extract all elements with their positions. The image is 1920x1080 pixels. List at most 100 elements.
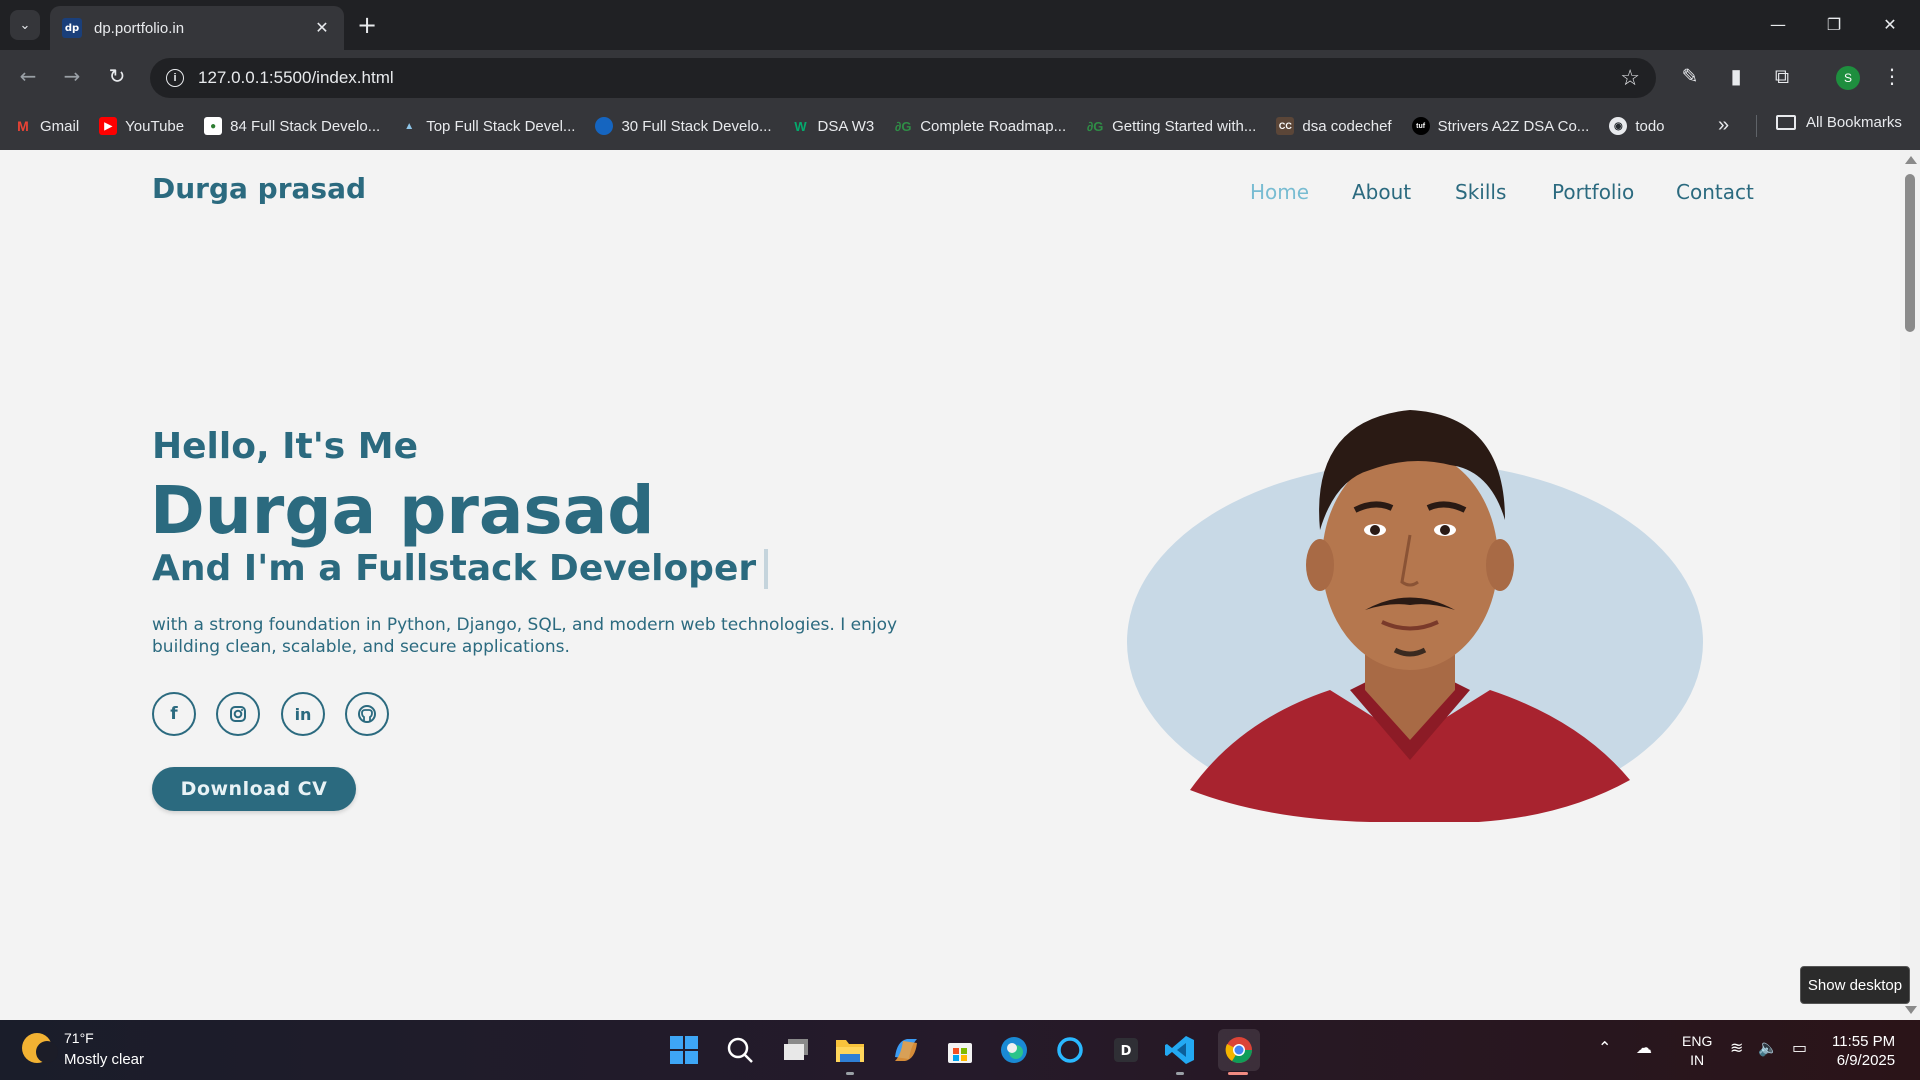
minimize-icon[interactable]: — [1750,0,1806,48]
taskbar: 71°F Mostly clear D ⌃ ☁ ENG IN ≋ 🔈 ▭ 11:5… [0,1020,1920,1080]
hero-greeting: Hello, It's Me [152,426,418,467]
bookmarks-divider [1756,115,1757,137]
system-clock[interactable]: 11:55 PM 6/9/2025 [1832,1032,1895,1070]
close-tab-icon[interactable]: ✕ [312,18,332,38]
browser-toolbar: ← → ↻ i 127.0.0.1:5500/index.html ☆ ✎ ▮ … [0,50,1920,102]
active-tab[interactable]: dp dp.portfolio.in ✕ [50,6,344,50]
mountain-icon: ▲ [404,120,415,132]
globe-icon [595,117,614,135]
page-viewport: Durga prasad Home About Skills Portfolio… [0,150,1900,1020]
bookmark-item[interactable]: tuf Strivers A2Z DSA Co... [1411,117,1589,135]
copilot-icon[interactable] [888,1032,924,1068]
site-info-icon[interactable]: i [166,69,184,87]
bookmarks-bar: M Gmail ▶ YouTube ● 84 Full Stack Develo...… [0,102,1920,150]
clock-time: 11:55 PM [1832,1033,1896,1050]
bookmark-item[interactable]: ∂G Getting Started with... [1086,117,1257,135]
d-app-icon[interactable]: D [1108,1032,1144,1068]
site-icon: ● [204,117,223,135]
codechef-icon: CC [1276,117,1295,135]
bookmark-item[interactable]: ▲ Top Full Stack Devel... [400,117,575,135]
bookmark-item[interactable]: 30 Full Stack Develo... [595,117,772,135]
profile-photo [1127,410,1703,822]
site-logo[interactable]: Durga prasad [152,172,366,205]
w3-icon: W [794,118,807,134]
tab-search-button[interactable]: ⌄ [10,10,40,40]
bookmark-item[interactable]: CC dsa codechef [1276,117,1392,135]
vscode-icon[interactable] [1162,1032,1198,1068]
bookmark-item[interactable]: ∂G Complete Roadmap... [894,117,1066,135]
language-indicator[interactable]: ENG IN [1682,1032,1712,1070]
back-arrow-icon[interactable]: ← [12,60,44,92]
new-tab-button[interactable]: + [352,10,382,40]
weather-moon-icon[interactable] [22,1033,58,1063]
bookmark-item[interactable]: ▶ YouTube [99,117,184,135]
all-bookmarks-button[interactable]: All Bookmarks [1776,114,1902,131]
weather-temperature[interactable]: 71°F [64,1030,94,1046]
download-cv-button[interactable]: Download CV [152,767,356,811]
nav-portfolio[interactable]: Portfolio [1552,180,1634,204]
running-indicator [1176,1072,1184,1075]
hero-description: with a strong foundation in Python, Djan… [152,615,898,657]
profile-avatar[interactable]: S [1836,66,1860,90]
clock-date: 6/9/2025 [1836,1052,1896,1069]
svg-text:D: D [1121,1044,1132,1059]
extension-icon[interactable]: ▮ [1722,62,1750,90]
vertical-scrollbar[interactable] [1900,150,1920,1020]
onedrive-cloud-icon[interactable]: ☁ [1636,1038,1652,1057]
scroll-down-icon[interactable] [1905,1006,1917,1014]
bookmark-item[interactable]: W DSA W3 [792,117,874,135]
restore-icon[interactable]: ❐ [1806,0,1862,48]
language-code: ENG [1682,1033,1713,1049]
instagram-icon[interactable] [216,692,260,736]
tab-bar: ⌄ dp dp.portfolio.in ✕ + — ❐ ✕ [0,0,1920,50]
nav-about[interactable]: About [1352,180,1411,204]
gmail-icon: M [17,118,29,134]
search-icon[interactable] [722,1032,758,1068]
folder-icon [1776,115,1796,130]
bookmark-star-icon[interactable]: ☆ [1620,65,1640,91]
weather-condition[interactable]: Mostly clear [64,1051,144,1068]
running-indicator [846,1072,854,1075]
puzzle-icon[interactable]: ⧉ [1768,62,1796,90]
eyedropper-icon[interactable]: ✎ [1676,62,1704,90]
bookmark-item[interactable]: ● 84 Full Stack Develo... [204,117,380,135]
scroll-thumb[interactable] [1905,174,1915,332]
facebook-icon[interactable]: f [152,692,196,736]
typing-cursor [764,548,769,589]
gfg-icon: ∂G [894,118,912,134]
task-view-icon[interactable] [778,1032,814,1068]
active-indicator [1228,1072,1248,1075]
github-icon[interactable] [345,692,389,736]
volume-icon[interactable]: 🔈 [1758,1038,1778,1057]
edge-icon[interactable] [996,1032,1032,1068]
forward-arrow-icon[interactable]: → [56,60,88,92]
file-explorer-icon[interactable] [832,1032,868,1068]
bookmark-item[interactable]: ◉ todo [1609,117,1665,135]
linkedin-icon[interactable]: in [281,692,325,736]
site-favicon-icon: dp [62,18,82,38]
nav-contact[interactable]: Contact [1676,180,1754,204]
gfg-icon: ∂G [1086,118,1104,134]
close-window-icon[interactable]: ✕ [1862,0,1918,48]
scroll-up-icon[interactable] [1905,156,1917,164]
windows-start-icon[interactable] [666,1032,702,1068]
youtube-icon: ▶ [99,117,118,135]
reload-icon[interactable]: ↻ [101,60,133,92]
nav-skills[interactable]: Skills [1455,180,1506,204]
tuf-icon: tuf [1411,117,1430,135]
chevron-down-icon: ⌄ [19,17,31,32]
battery-icon[interactable]: ▭ [1792,1038,1807,1057]
nav-home[interactable]: Home [1250,180,1309,204]
microsoft-store-icon[interactable] [942,1032,978,1068]
more-bookmarks-icon[interactable]: » [1718,114,1729,137]
chrome-icon[interactable] [1218,1029,1260,1071]
address-bar[interactable]: i 127.0.0.1:5500/index.html ☆ [150,58,1656,98]
tab-title: dp.portfolio.in [94,19,185,37]
bookmark-item[interactable]: M Gmail [14,117,79,135]
cortana-icon[interactable] [1052,1032,1088,1068]
region-code: IN [1690,1052,1705,1068]
wifi-icon[interactable]: ≋ [1730,1038,1743,1057]
menu-kebab-icon[interactable]: ⋮ [1878,62,1906,90]
url-text[interactable]: 127.0.0.1:5500/index.html [198,68,1620,88]
show-hidden-icons-icon[interactable]: ⌃ [1598,1038,1611,1057]
